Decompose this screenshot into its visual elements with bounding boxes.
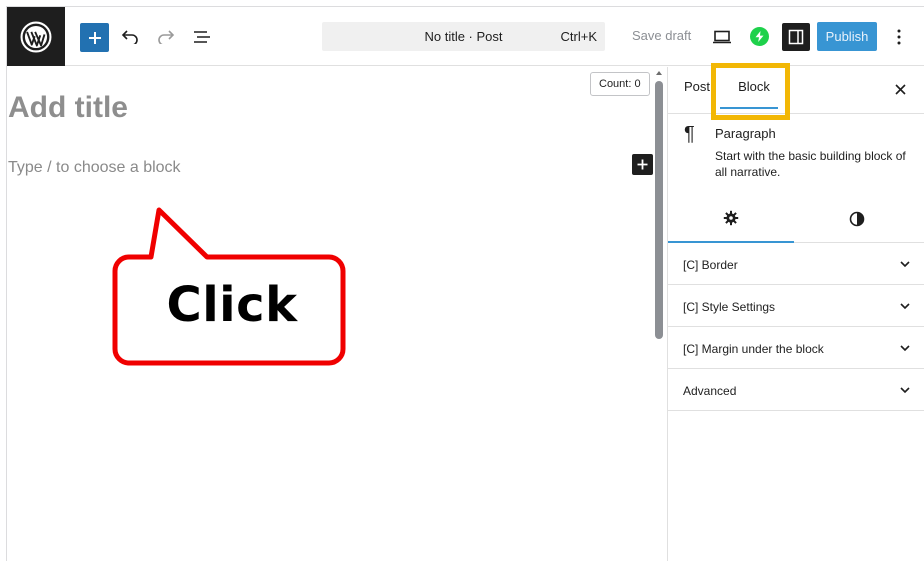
editor-toolbar: No title · Post Ctrl+K Save draft Publis…	[7, 7, 924, 66]
scroll-up-arrow-icon[interactable]	[655, 69, 663, 77]
sidebar-tabs: Post Block	[668, 63, 924, 120]
plus-icon	[637, 159, 648, 170]
wordpress-icon	[20, 21, 52, 52]
contrast-icon	[849, 211, 865, 227]
block-card-title: Paragraph	[715, 126, 776, 141]
document-overview-button[interactable]	[188, 23, 216, 51]
post-title-input[interactable]: Add title	[8, 91, 128, 125]
panel-label: [C] Margin under the block	[683, 342, 824, 356]
word-count-badge: Count: 0	[590, 72, 650, 96]
add-block-button[interactable]	[80, 23, 109, 52]
chevron-down-icon	[900, 261, 910, 268]
settings-sidebar-toggle[interactable]	[782, 23, 810, 51]
block-card-description: Start with the basic building block of a…	[715, 149, 906, 179]
chevron-down-icon	[900, 387, 910, 394]
laptop-icon	[713, 30, 731, 44]
panel-label: [C] Border	[683, 258, 738, 272]
sidebar-icon	[788, 29, 804, 45]
redo-button[interactable]	[152, 23, 180, 51]
tab-block[interactable]: Block	[729, 79, 779, 94]
list-view-icon	[194, 31, 210, 43]
settings-sidebar: Post Block ¶ Paragraph Start with the ba…	[667, 63, 924, 561]
redo-icon	[158, 30, 175, 44]
active-tab-indicator	[720, 107, 778, 109]
options-menu-button[interactable]	[887, 23, 911, 51]
close-icon	[894, 83, 906, 95]
bolt-icon	[755, 31, 764, 42]
undo-button[interactable]	[116, 23, 144, 51]
panel-advanced[interactable]: Advanced	[668, 369, 924, 411]
publish-button[interactable]: Publish	[817, 22, 877, 51]
panel-label: [C] Style Settings	[683, 300, 776, 314]
undo-icon	[121, 30, 138, 44]
chevron-down-icon	[900, 345, 910, 352]
panel-label: Advanced	[683, 384, 737, 398]
callout-text: Click	[166, 277, 298, 333]
close-sidebar-button[interactable]	[890, 79, 910, 99]
panel-style-settings[interactable]: [C] Style Settings	[668, 285, 924, 327]
chevron-down-icon	[900, 303, 910, 310]
tab-styles[interactable]	[794, 195, 920, 243]
block-placeholder[interactable]: Type / to choose a block	[8, 159, 181, 177]
panel-margin-under-block[interactable]: [C] Margin under the block	[668, 327, 924, 369]
panel-border[interactable]: [C] Border	[668, 243, 924, 285]
preview-button[interactable]	[708, 23, 736, 51]
inline-add-block-button[interactable]	[632, 154, 653, 175]
paragraph-icon: ¶	[684, 123, 695, 145]
shortcut-hint: Ctrl+K	[560, 29, 597, 44]
gear-icon	[723, 210, 739, 226]
plus-icon	[88, 31, 101, 44]
canvas-scrollbar[interactable]	[655, 81, 663, 339]
command-palette-bar[interactable]: No title · Post Ctrl+K	[322, 22, 605, 51]
kebab-menu-icon	[897, 29, 901, 45]
tab-settings[interactable]	[668, 195, 794, 243]
editor-frame: No title · Post Ctrl+K Save draft Publis…	[6, 6, 924, 561]
jetpack-button[interactable]	[750, 27, 769, 46]
editor-canvas: Count: 0 Add title Type / to choose a bl…	[7, 67, 667, 561]
wordpress-logo-button[interactable]	[7, 7, 65, 66]
tab-post[interactable]: Post	[684, 79, 710, 94]
block-inspector-tabs	[668, 195, 924, 243]
save-draft-button[interactable]: Save draft	[632, 28, 691, 43]
block-card: ¶ Paragraph Start with the basic buildin…	[668, 115, 924, 195]
